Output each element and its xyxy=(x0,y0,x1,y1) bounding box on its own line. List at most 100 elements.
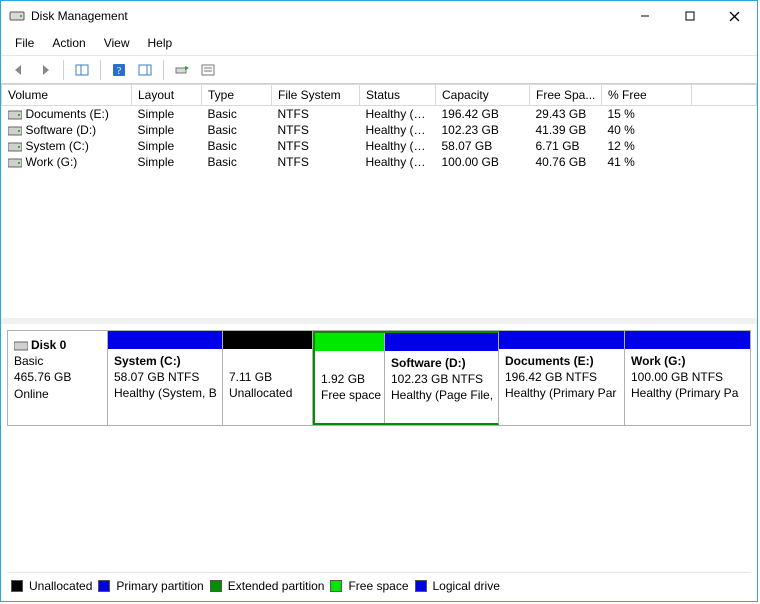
show-hide-console-tree-button[interactable] xyxy=(70,58,94,82)
partition-bar xyxy=(385,333,498,351)
help-button[interactable]: ? xyxy=(107,58,131,82)
swatch-logical xyxy=(415,580,427,592)
col-layout[interactable]: Layout xyxy=(132,85,202,106)
drive-icon xyxy=(8,125,22,137)
drive-icon xyxy=(8,141,22,153)
legend-unallocated: Unallocated xyxy=(29,579,92,593)
partition-status: Healthy (Primary Par xyxy=(505,386,616,400)
cell-free: 41.39 GB xyxy=(530,122,602,138)
partition-status: Unallocated xyxy=(229,386,292,400)
cell-fs: NTFS xyxy=(272,122,360,138)
partition-status: Healthy (Page File, xyxy=(391,388,493,402)
refresh-button[interactable] xyxy=(170,58,194,82)
table-row[interactable]: Documents (E:) SimpleBasicNTFSHealthy (P.… xyxy=(2,106,757,123)
partition-work-g[interactable]: Work (G:) 100.00 GB NTFS Healthy (Primar… xyxy=(625,331,750,425)
partition-bar xyxy=(315,333,384,351)
toolbar: ? xyxy=(1,56,757,84)
table-row[interactable]: Work (G:)SimpleBasicNTFSHealthy (P...100… xyxy=(2,154,757,170)
cell-status: Healthy (P... xyxy=(360,154,436,170)
col-type[interactable]: Type xyxy=(202,85,272,106)
partition-size: 58.07 GB NTFS xyxy=(114,370,199,384)
partition-unallocated[interactable]: 7.11 GB Unallocated xyxy=(223,331,313,425)
cell-type: Basic xyxy=(202,122,272,138)
cell-fs: NTFS xyxy=(272,154,360,170)
legend-logical: Logical drive xyxy=(433,579,500,593)
col-capacity[interactable]: Capacity xyxy=(436,85,530,106)
cell-type: Basic xyxy=(202,138,272,154)
forward-button[interactable] xyxy=(33,58,57,82)
cell-layout: Simple xyxy=(132,106,202,123)
cell-fs: NTFS xyxy=(272,106,360,123)
partition-software-d[interactable]: Software (D:) 102.23 GB NTFS Healthy (Pa… xyxy=(385,333,498,423)
settings-button[interactable] xyxy=(196,58,220,82)
cell-status: Healthy (P... xyxy=(360,106,436,123)
menu-action[interactable]: Action xyxy=(44,33,93,53)
partition-free-space[interactable]: 1.92 GB Free space xyxy=(315,333,385,423)
menu-help[interactable]: Help xyxy=(140,33,181,53)
cell-pct: 15 % xyxy=(602,106,692,123)
volume-list-pane[interactable]: Volume Layout Type File System Status Ca… xyxy=(1,84,757,324)
partition-bar xyxy=(499,331,624,349)
disk-icon xyxy=(14,340,28,352)
cell-layout: Simple xyxy=(132,122,202,138)
graphical-view-pane[interactable]: Disk 0 Basic 465.76 GB Online System (C:… xyxy=(1,324,757,601)
disk-label: Disk 0 xyxy=(31,338,66,352)
col-blank[interactable] xyxy=(692,85,757,106)
partition-status: Healthy (Primary Pa xyxy=(631,386,738,400)
cell-pct: 40 % xyxy=(602,122,692,138)
toolbar-separator xyxy=(163,60,164,80)
partition-size: 102.23 GB NTFS xyxy=(391,372,483,386)
col-pctfree[interactable]: % Free xyxy=(602,85,692,106)
svg-text:?: ? xyxy=(117,66,122,77)
partition-system-c[interactable]: System (C:) 58.07 GB NTFS Healthy (Syste… xyxy=(108,331,223,425)
disk-management-icon xyxy=(9,8,25,24)
cell-layout: Simple xyxy=(132,154,202,170)
menu-view[interactable]: View xyxy=(96,33,138,53)
cell-pct: 41 % xyxy=(602,154,692,170)
col-status[interactable]: Status xyxy=(360,85,436,106)
swatch-unallocated xyxy=(11,580,23,592)
table-row[interactable]: System (C:)SimpleBasicNTFSHealthy (S...5… xyxy=(2,138,757,154)
toolbar-separator xyxy=(100,60,101,80)
disk-type: Basic xyxy=(14,353,101,369)
col-filesystem[interactable]: File System xyxy=(272,85,360,106)
back-button[interactable] xyxy=(7,58,31,82)
partition-title: Software (D:) xyxy=(391,356,466,370)
legend-primary: Primary partition xyxy=(116,579,203,593)
swatch-free xyxy=(330,580,342,592)
partition-size: 100.00 GB NTFS xyxy=(631,370,723,384)
col-volume[interactable]: Volume xyxy=(2,85,132,106)
cell-pct: 12 % xyxy=(602,138,692,154)
minimize-button[interactable] xyxy=(622,1,667,31)
cell-free: 6.71 GB xyxy=(530,138,602,154)
col-freespace[interactable]: Free Spa... xyxy=(530,85,602,106)
cell-free: 40.76 GB xyxy=(530,154,602,170)
disk-management-window: Disk Management File Action View Help xyxy=(0,0,758,602)
cell-volume: Software (D:) xyxy=(26,123,97,137)
legend-extended: Extended partition xyxy=(228,579,325,593)
cell-volume: Documents (E:) xyxy=(26,107,109,121)
maximize-button[interactable] xyxy=(667,1,712,31)
disk-info-panel[interactable]: Disk 0 Basic 465.76 GB Online xyxy=(8,331,108,425)
table-row[interactable]: Software (D:)SimpleBasicNTFSHealthy (P..… xyxy=(2,122,757,138)
cell-fs: NTFS xyxy=(272,138,360,154)
cell-capacity: 102.23 GB xyxy=(436,122,530,138)
cell-status: Healthy (S... xyxy=(360,138,436,154)
partition-status: Free space xyxy=(321,388,381,402)
partition-title: Work (G:) xyxy=(631,354,685,368)
close-button[interactable] xyxy=(712,1,757,31)
show-hide-action-pane-button[interactable] xyxy=(133,58,157,82)
table-header-row: Volume Layout Type File System Status Ca… xyxy=(2,85,757,106)
window-controls xyxy=(622,1,757,31)
swatch-extended xyxy=(210,580,222,592)
window-title: Disk Management xyxy=(31,9,622,23)
partition-title: Documents (E:) xyxy=(505,354,594,368)
cell-capacity: 100.00 GB xyxy=(436,154,530,170)
cell-volume: System (C:) xyxy=(26,139,89,153)
cell-type: Basic xyxy=(202,106,272,123)
volume-table: Volume Layout Type File System Status Ca… xyxy=(1,84,757,170)
drive-icon xyxy=(8,109,22,121)
cell-capacity: 58.07 GB xyxy=(436,138,530,154)
menu-file[interactable]: File xyxy=(7,33,42,53)
partition-documents-e[interactable]: Documents (E:) 196.42 GB NTFS Healthy (P… xyxy=(499,331,625,425)
